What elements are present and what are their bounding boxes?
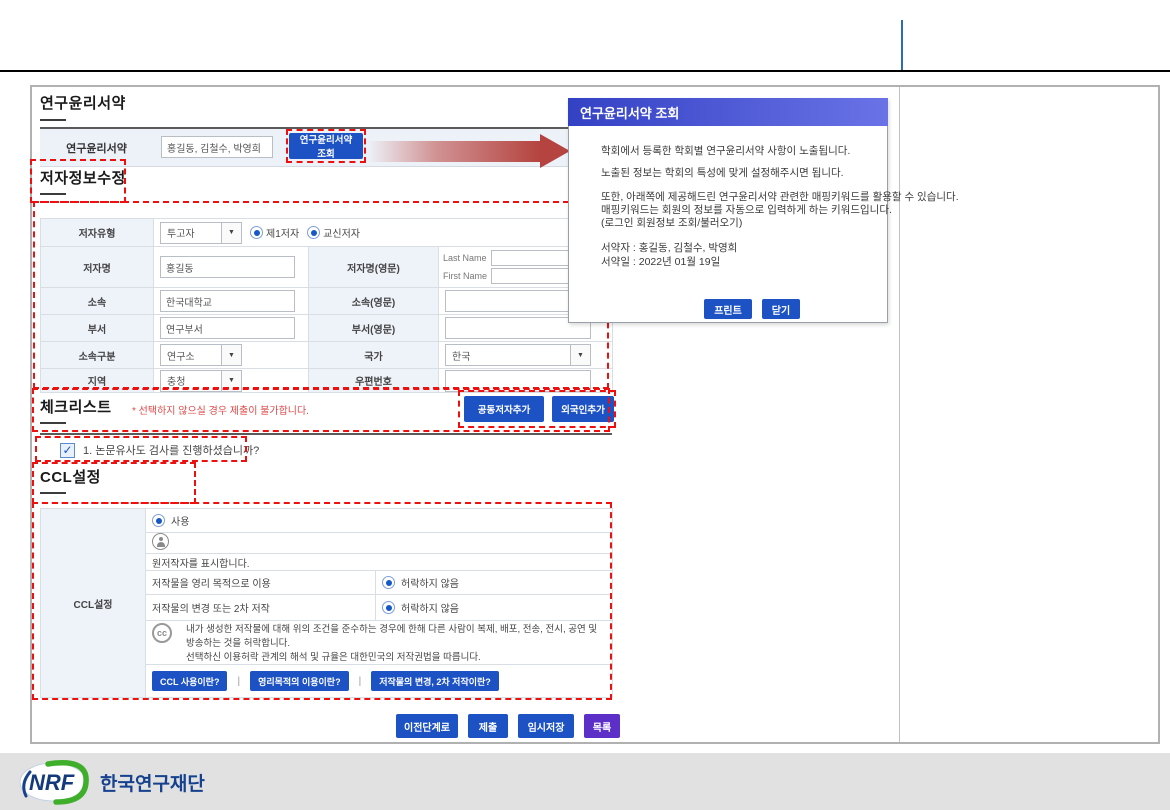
radio-selected-icon — [382, 601, 395, 614]
pledge-lookup-button[interactable]: 연구윤리서약 조회 — [289, 133, 363, 159]
top-vertical-divider — [901, 20, 903, 71]
department-label: 부서 — [41, 315, 154, 342]
affiliation-type-label: 소속구분 — [41, 342, 154, 369]
page-title-underline — [40, 119, 66, 121]
dialog-signer: 서약자 : 홍길동, 김철수, 박영희 — [601, 240, 737, 255]
ccl-table: CCL설정 사용 원저작자를 표시합니다. 저작물을 영리 목적으로 이용 허락… — [40, 508, 613, 698]
ccl-notice-line1: 내가 생성한 저작물에 대해 위의 조건을 준수하는 경우에 한해 다른 사람이… — [186, 624, 597, 649]
add-foreigner-button[interactable]: 외국인추가 — [552, 396, 614, 422]
ccl-title-underline — [40, 492, 66, 494]
chevron-down-icon: ▼ — [221, 345, 241, 365]
dialog-title: 연구윤리서약 조회 — [568, 98, 888, 126]
region-select[interactable]: 충청 ▼ — [160, 370, 242, 392]
first-author-radio[interactable]: 제1저자 — [250, 225, 299, 240]
zip-input[interactable] — [445, 370, 591, 392]
temp-save-button[interactable]: 임시저장 — [518, 714, 574, 738]
page: 연구윤리서약 연구윤리서약 연구윤리서약 조회 저자정보수정 저자유형 투고자 … — [0, 0, 1170, 810]
ccl-table-label: CCL설정 — [41, 509, 146, 698]
table-row: 지역 충청 ▼ 우편번호 — [41, 369, 613, 393]
previous-step-button[interactable]: 이전단계로 — [396, 714, 458, 738]
chevron-down-icon: ▼ — [570, 345, 590, 365]
author-name-label: 저자명 — [41, 247, 154, 288]
last-name-label: Last Name — [443, 253, 487, 263]
affiliation-type-select[interactable]: 연구소 ▼ — [160, 344, 242, 366]
checklist-title-underline — [40, 422, 66, 424]
table-row: 소속구분 연구소 ▼ 국가 한국 ▼ — [41, 342, 613, 369]
table-row: 저자명 저자명(영문) Last Name First Name — [41, 247, 613, 288]
ccl-help-button-3[interactable]: 저작물의 변경, 2차 저작이란? — [371, 671, 499, 691]
checklist-item[interactable]: 1. 논문유사도 검사를 진행하셨습니까? — [60, 442, 259, 458]
affiliation-input[interactable] — [160, 290, 295, 312]
radio-selected-icon — [307, 226, 320, 239]
annotation-arrow-icon — [540, 134, 570, 168]
add-coauthor-button[interactable]: 공동저자추가 — [464, 396, 544, 422]
ccl-section-title: CCL설정 — [40, 466, 101, 487]
checklist-item-label: 1. 논문유사도 검사를 진행하셨습니까? — [83, 442, 259, 458]
panel-divider — [899, 87, 900, 742]
department-en-label: 부서(영문) — [309, 315, 439, 342]
affiliation-label: 소속 — [41, 288, 154, 315]
ccl-attribution-note: 원저작자를 표시합니다. — [146, 554, 613, 571]
first-name-label: First Name — [443, 271, 487, 281]
checkbox-checked-icon[interactable] — [60, 443, 75, 458]
footer-org-name: 한국연구재단 — [100, 773, 205, 795]
table-row: 소속 소속(영문) — [41, 288, 613, 315]
country-select[interactable]: 한국 ▼ — [445, 344, 591, 366]
pledge-names-input[interactable] — [161, 136, 273, 158]
list-button[interactable]: 목록 — [584, 714, 620, 738]
page-title: 연구윤리서약 — [40, 92, 126, 113]
author-table: 저자유형 투고자 ▼ 제1저자 교신저자 — [40, 218, 613, 393]
affiliation-en-label: 소속(영문) — [309, 288, 439, 315]
radio-selected-icon — [250, 226, 263, 239]
submit-button[interactable]: 제출 — [468, 714, 508, 738]
radio-selected-icon — [152, 514, 165, 527]
region-label: 지역 — [41, 369, 154, 393]
ccl-help-button-2[interactable]: 영리목적의 이용이란? — [250, 671, 349, 691]
cc-license-icon: cc — [152, 623, 172, 643]
ccl-notice-line2: 선택하신 이용허락 관계의 해석 및 규율은 대한민국의 저작권법을 따릅니다. — [186, 652, 481, 663]
checklist-section-title: 체크리스트 — [40, 396, 112, 417]
cc-by-attribution-icon — [152, 533, 169, 550]
author-type-select[interactable]: 투고자 ▼ — [160, 222, 242, 244]
chevron-down-icon: ▼ — [221, 371, 241, 391]
close-button[interactable]: 닫기 — [762, 299, 800, 319]
author-section-title: 저자정보수정 — [40, 167, 126, 188]
author-type-label: 저자유형 — [41, 219, 154, 247]
dialog-line-1: 학회에서 등록한 학회별 연구윤리서약 사항이 노출됩니다. — [601, 143, 850, 158]
nrf-logo-text: NRF — [29, 770, 75, 795]
table-row: 저자유형 투고자 ▼ 제1저자 교신저자 — [41, 219, 613, 247]
checklist-required-note: * 선택하지 않으실 경우 제출이 불가합니다. — [132, 402, 309, 417]
table-row: CCL설정 사용 — [41, 509, 613, 533]
dialog-line-2: 노출된 정보는 학회의 특성에 맞게 설정해주시면 됩니다. — [601, 165, 844, 180]
ccl-derivative-radio[interactable]: 허락하지 않음 — [382, 600, 606, 615]
nrf-logo: NRF 한국연구재단 — [16, 758, 256, 810]
annotation-arrow-shaft — [368, 141, 540, 162]
author-name-input[interactable] — [160, 256, 295, 278]
pledge-label: 연구윤리서약 — [40, 129, 153, 167]
separator: | — [359, 676, 362, 687]
corresponding-author-radio[interactable]: 교신저자 — [307, 225, 360, 240]
ccl-commercial-label: 저작물을 영리 목적으로 이용 — [146, 571, 376, 595]
dialog-sign-date: 서약일 : 2022년 01월 19일 — [601, 254, 720, 269]
separator: | — [237, 676, 240, 687]
country-label: 국가 — [309, 342, 439, 369]
table-row: 부서 부서(영문) — [41, 315, 613, 342]
top-horizontal-rule — [0, 70, 1170, 72]
department-input[interactable] — [160, 317, 295, 339]
ccl-help-button-1[interactable]: CCL 사용이란? — [152, 671, 227, 691]
ccl-derivative-label: 저작물의 변경 또는 2차 저작 — [146, 595, 376, 621]
radio-selected-icon — [382, 576, 395, 589]
ccl-use-radio[interactable]: 사용 — [152, 513, 606, 528]
ccl-commercial-radio[interactable]: 허락하지 않음 — [382, 575, 606, 590]
chevron-down-icon: ▼ — [221, 223, 241, 243]
zip-label: 우편번호 — [309, 369, 439, 393]
author-title-underline — [40, 193, 66, 195]
pledge-lookup-dialog: 연구윤리서약 조회 학회에서 등록한 학회별 연구윤리서약 사항이 노출됩니다.… — [568, 98, 888, 323]
dialog-line-5: (로그인 회원정보 조회/불러오기) — [601, 215, 742, 230]
author-name-en-label: 저자명(영문) — [309, 247, 439, 288]
checklist-divider — [40, 433, 612, 435]
print-button[interactable]: 프린트 — [704, 299, 752, 319]
